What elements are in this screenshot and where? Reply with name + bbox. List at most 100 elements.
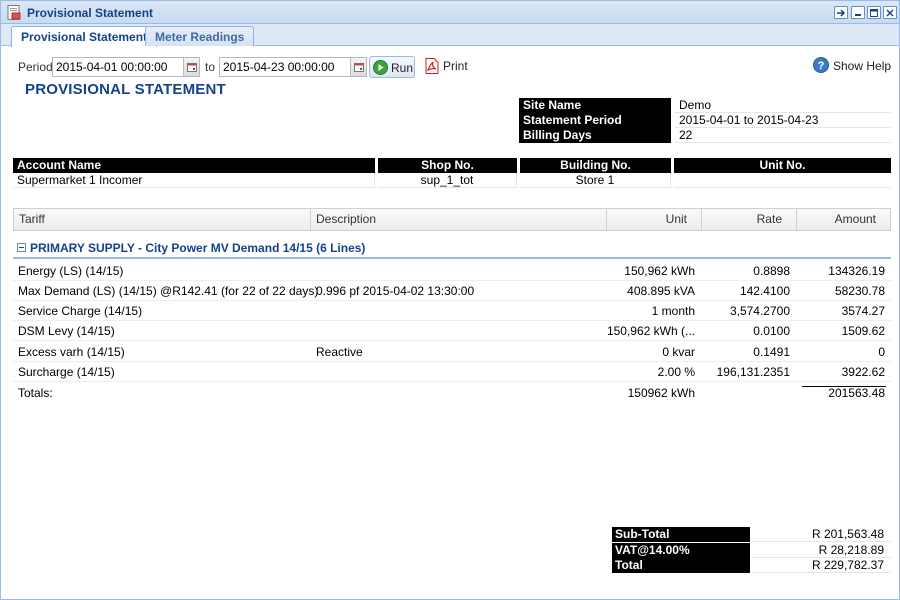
column-header-rate[interactable]: Rate	[702, 209, 797, 230]
unit-cell: 2.00 %	[657, 365, 695, 379]
info-key: Billing Days	[519, 128, 671, 143]
minimize-icon[interactable]	[851, 6, 865, 19]
rate-cell: 142.4100	[739, 284, 790, 298]
info-value: 2015-04-01 to 2015-04-23	[675, 113, 891, 128]
rate-cell: 0.1491	[753, 345, 790, 359]
calendar-icon[interactable]	[183, 58, 199, 76]
tariff-cell: Service Charge (14/15)	[18, 304, 143, 318]
maximize-icon[interactable]	[867, 6, 881, 19]
table-row[interactable]: DSM Levy (14/15) 150,962 kWh (... 0.0100…	[13, 321, 891, 341]
tariff-grid-header: Tariff Description Unit Rate Amount	[13, 208, 891, 231]
calendar-icon[interactable]	[350, 58, 366, 76]
tariff-cell: DSM Levy (14/15)	[18, 324, 115, 338]
info-row-site-name: Site Name Demo	[519, 98, 891, 113]
rate-cell: 196,131.2351	[716, 365, 790, 379]
shop-no-header: Shop No.	[378, 158, 517, 173]
summary-key: VAT@14.00%	[612, 543, 750, 558]
tab-label: Meter Readings	[155, 30, 245, 44]
totals-row: Totals: 150962 kWh 201563.48	[13, 383, 891, 403]
column-header-tariff[interactable]: Tariff	[14, 209, 311, 230]
window-titlebar[interactable]: Provisional Statement	[1, 1, 899, 24]
collapse-icon[interactable]	[17, 243, 26, 252]
info-row-statement-period: Statement Period 2015-04-01 to 2015-04-2…	[519, 113, 891, 128]
column-header-description[interactable]: Description	[311, 209, 607, 230]
summary-row-subtotal: Sub-Total R 201,563.48	[612, 527, 891, 542]
tariff-cell: Excess varh (14/15)	[18, 345, 125, 359]
show-help-label: Show Help	[833, 59, 892, 73]
table-row[interactable]: Energy (LS) (14/15) 150,962 kWh 0.8898 1…	[13, 261, 891, 281]
rate-cell: 0.8898	[753, 264, 790, 278]
tariff-cell: Surcharge (14/15)	[18, 365, 115, 379]
pdf-icon	[425, 58, 439, 77]
summary-row-total: Total R 229,782.37	[612, 558, 891, 573]
statement-toolbar: Period 2015-04-01 00:00:00 to 2015-04-23…	[1, 47, 899, 81]
svg-text:?: ?	[818, 60, 825, 72]
unit-cell: 150,962 kWh	[624, 264, 695, 278]
unit-no-value	[674, 173, 891, 188]
unit-no-header: Unit No.	[674, 158, 891, 173]
table-row[interactable]: Service Charge (14/15) 1 month 3,574.270…	[13, 301, 891, 321]
description-cell: 0.996 pf 2015-04-02 13:30:00	[316, 284, 475, 298]
period-to-field[interactable]: 2015-04-23 00:00:00	[219, 57, 367, 77]
tab-provisional-statement[interactable]: Provisional Statement	[11, 26, 158, 47]
statement-document-icon	[7, 5, 21, 20]
column-header-unit[interactable]: Unit	[607, 209, 702, 230]
info-key: Site Name	[519, 98, 671, 113]
totals-label: Totals:	[18, 386, 53, 400]
building-no-value: Store 1	[520, 173, 671, 188]
tariff-cell: Energy (LS) (14/15)	[18, 264, 124, 278]
table-row[interactable]: Excess varh (14/15) Reactive 0 kvar 0.14…	[13, 342, 891, 362]
rate-cell: 3,574.2700	[729, 304, 790, 318]
group-label: PRIMARY SUPPLY - City Power MV Demand 14…	[30, 241, 366, 255]
amount-cell: 3574.27	[841, 304, 885, 318]
window-title: Provisional Statement	[27, 6, 154, 20]
description-cell: Reactive	[316, 345, 363, 359]
page-title: PROVISIONAL STATEMENT	[25, 81, 226, 98]
unit-cell: 408.895 kVA	[627, 284, 695, 298]
amount-cell: 58230.78	[834, 284, 885, 298]
print-label: Print	[443, 59, 468, 73]
run-button[interactable]: Run	[369, 56, 415, 78]
summary-value: R 229,782.37	[752, 558, 891, 573]
pin-icon[interactable]	[834, 6, 848, 19]
tab-strip: Provisional Statement Meter Readings	[1, 24, 899, 47]
amount-cell: 3922.62	[841, 365, 885, 379]
amount-cell: 1509.62	[841, 324, 885, 338]
shop-no-value: sup_1_tot	[378, 173, 517, 188]
amount-cell: 134326.19	[828, 264, 885, 278]
tab-meter-readings[interactable]: Meter Readings	[145, 26, 255, 46]
help-icon: ?	[813, 57, 829, 76]
building-no-header: Building No.	[520, 158, 671, 173]
info-key: Statement Period	[519, 113, 671, 128]
close-icon[interactable]	[883, 6, 897, 19]
column-header-amount[interactable]: Amount	[797, 209, 890, 230]
group-header-primary-supply[interactable]: PRIMARY SUPPLY - City Power MV Demand 14…	[13, 237, 891, 259]
unit-cell: 150,962 kWh (...	[606, 324, 695, 338]
amount-cell: 0	[878, 345, 885, 359]
info-value: Demo	[675, 98, 891, 113]
tab-label: Provisional Statement	[21, 30, 148, 44]
unit-cell: 0 kvar	[662, 345, 695, 359]
summary-key: Total	[612, 558, 750, 573]
table-row[interactable]: Max Demand (LS) (14/15) @R142.41 (for 22…	[13, 281, 891, 301]
summary-value: R 201,563.48	[752, 527, 891, 542]
info-row-billing-days: Billing Days 22	[519, 128, 891, 143]
period-label: Period	[18, 60, 53, 74]
period-from-field[interactable]: 2015-04-01 00:00:00	[52, 57, 200, 77]
table-row[interactable]: Surcharge (14/15) 2.00 % 196,131.2351 39…	[13, 362, 891, 382]
summary-value: R 28,218.89	[752, 543, 891, 558]
summary-key: Sub-Total	[612, 527, 750, 542]
info-value: 22	[675, 128, 891, 143]
unit-cell: 1 month	[651, 304, 695, 318]
tariff-cell: Max Demand (LS) (14/15) @R142.41 (for 22…	[18, 284, 319, 298]
totals-unit: 150962 kWh	[627, 386, 695, 400]
run-label: Run	[391, 61, 414, 75]
provisional-statement-window: Provisional Statement Provisional Statem…	[0, 0, 900, 600]
account-name-header: Account Name	[13, 158, 375, 173]
totals-amount: 201563.48	[828, 386, 885, 400]
account-name-value: Supermarket 1 Incomer	[13, 173, 375, 188]
play-icon	[373, 60, 388, 78]
rate-cell: 0.0100	[753, 324, 790, 338]
to-label: to	[205, 60, 216, 74]
period-to-value: 2015-04-23 00:00:00	[223, 60, 335, 74]
